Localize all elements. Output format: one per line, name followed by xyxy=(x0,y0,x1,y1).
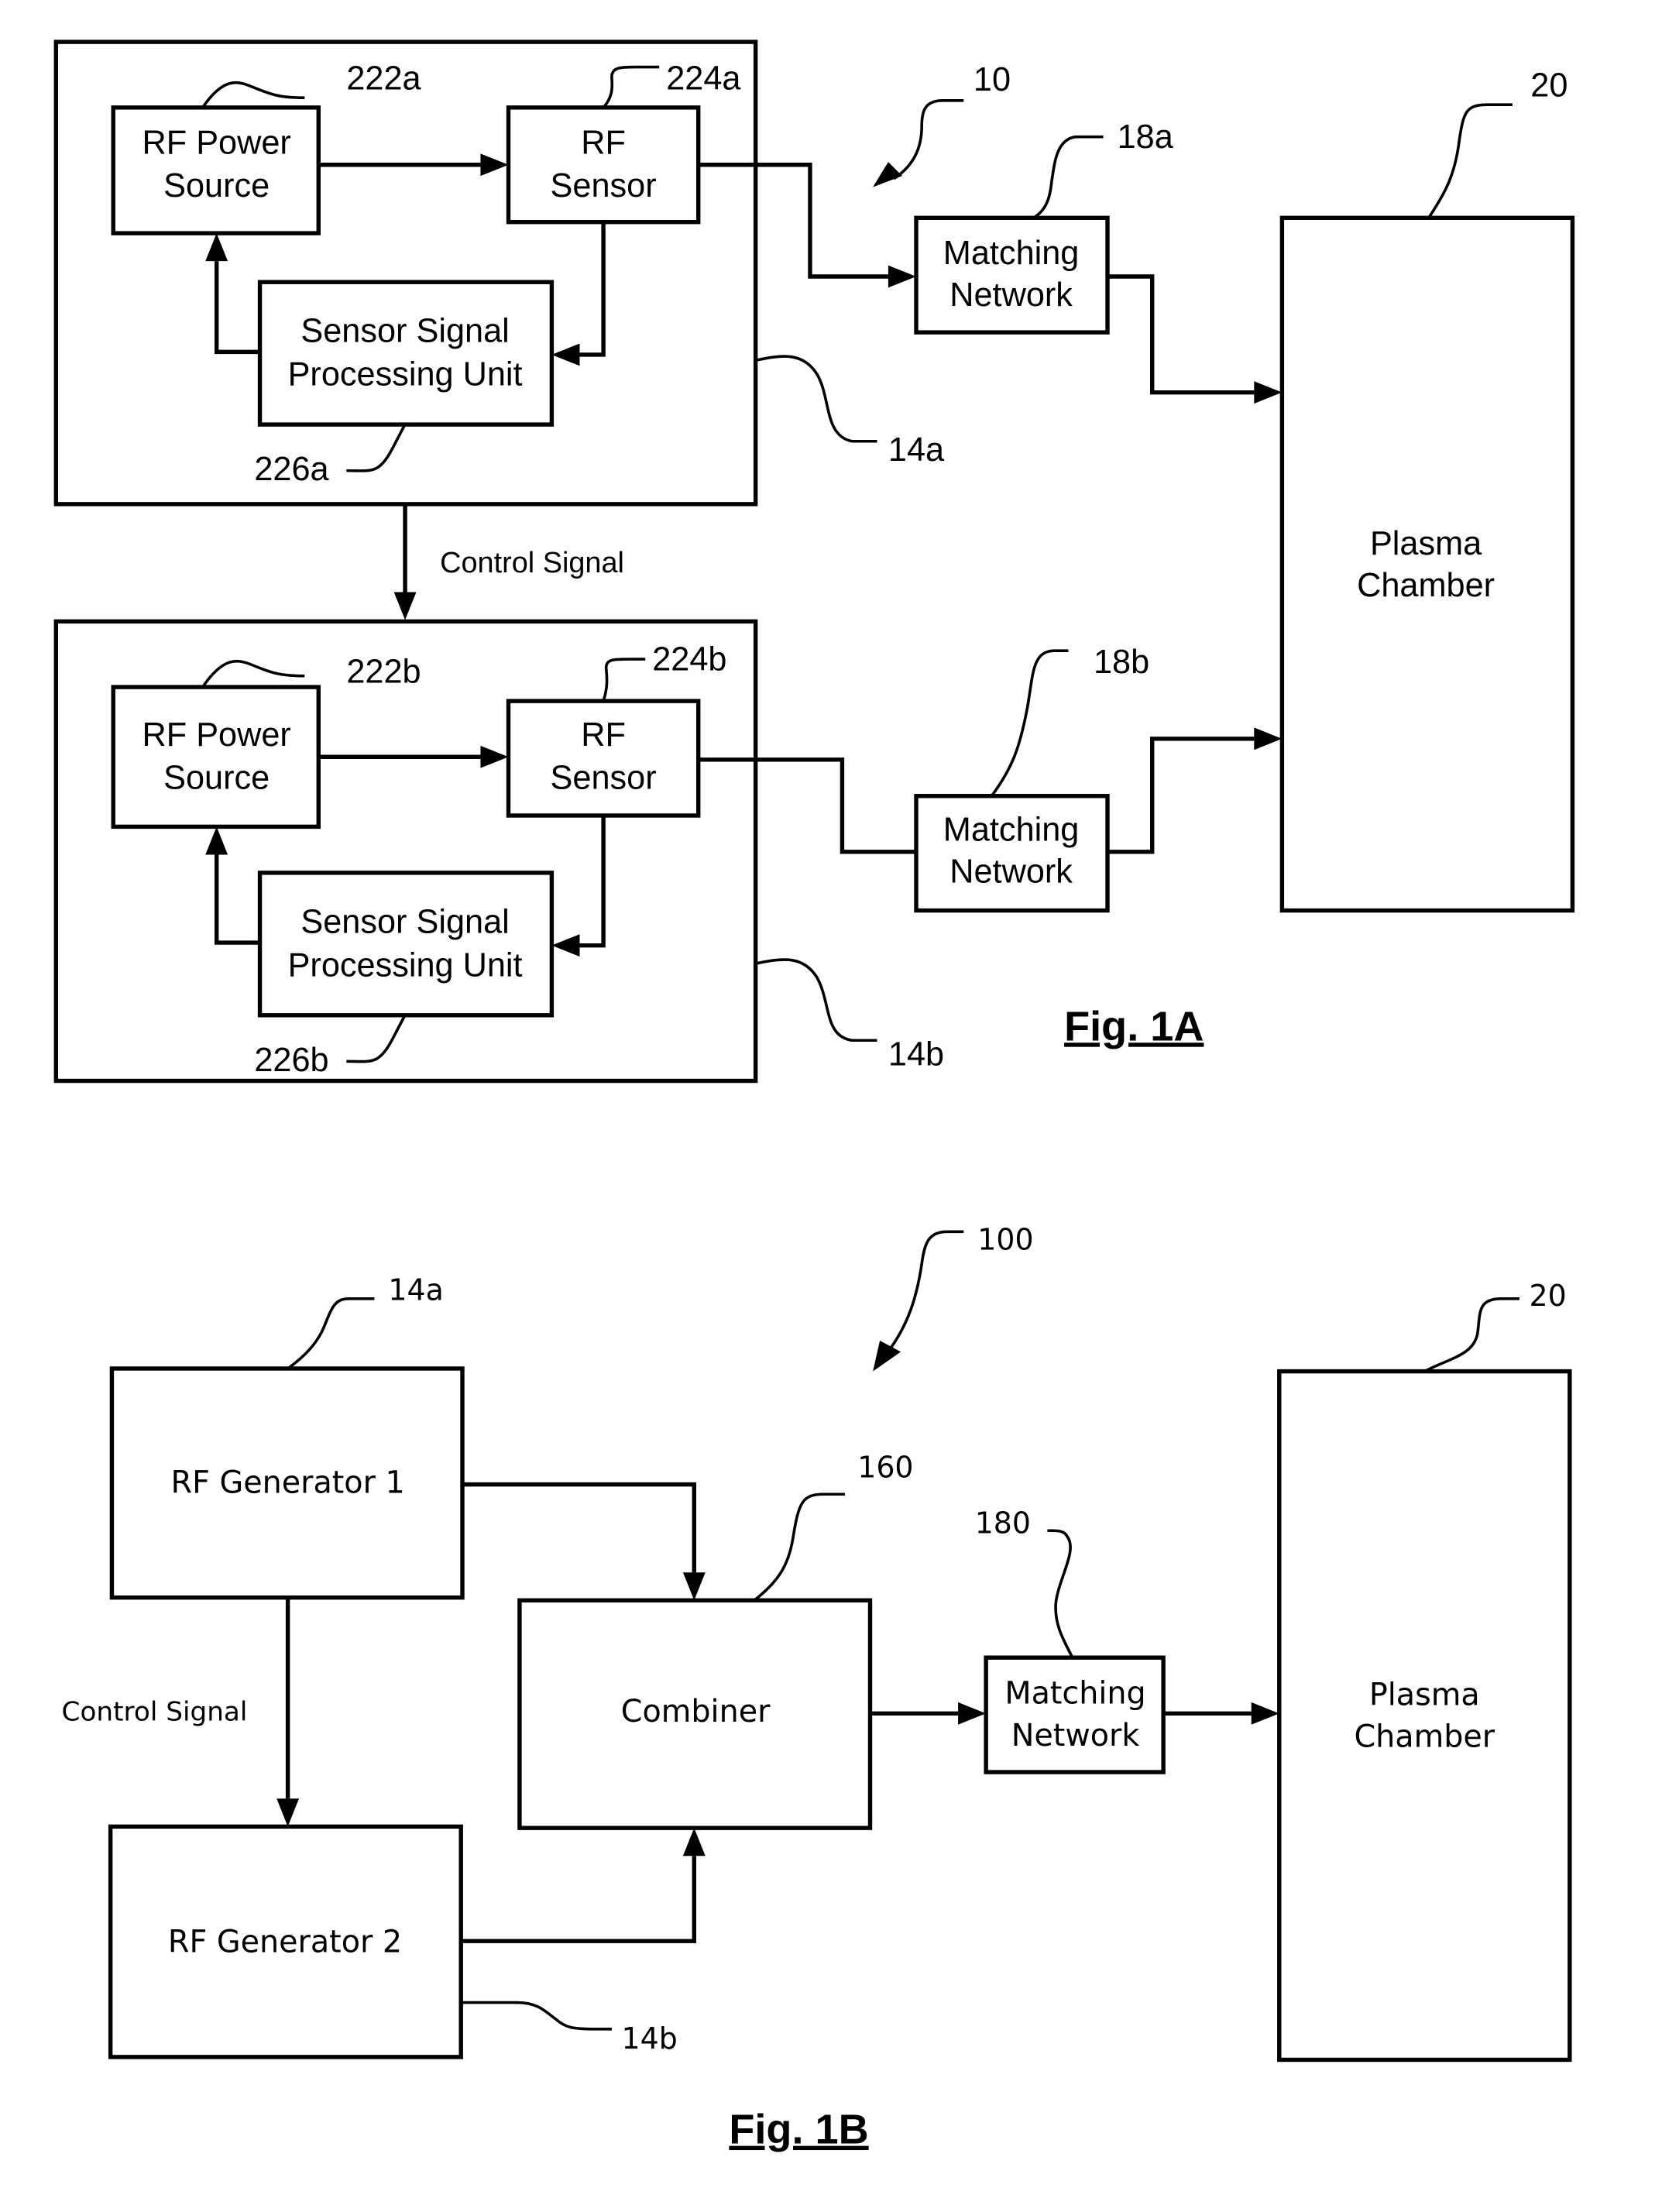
control-signal-label-1b: Control Signal xyxy=(62,1696,248,1727)
matching-network-a-line2: Network xyxy=(949,276,1073,314)
wire-gen1-to-combiner xyxy=(462,1482,697,1573)
processing-unit-b-line2: Processing Unit xyxy=(288,946,523,984)
fig-1b: 100 RF Generator 1 14a Control Signal RF… xyxy=(62,1223,1572,2153)
arrow-head xyxy=(1254,727,1283,750)
arrow-head xyxy=(276,1798,300,1827)
ref-226b: 226b xyxy=(254,1042,328,1079)
arrow-head xyxy=(958,1702,987,1725)
rf-power-source-b-line2: Source xyxy=(163,760,270,797)
ref-18b: 18b xyxy=(1094,644,1149,681)
arrow-head xyxy=(682,1572,706,1601)
wire-gen2-to-combiner xyxy=(461,1856,697,1943)
leader-160 xyxy=(753,1492,846,1602)
wire-matching-a-to-chamber xyxy=(1107,274,1255,395)
matching-network-180-line2: Network xyxy=(1011,1718,1140,1753)
wire-matching-b-to-chamber xyxy=(1107,737,1255,854)
ref-222a: 222a xyxy=(346,60,421,97)
leader-14b-1b xyxy=(461,2001,612,2031)
ref-20-1b: 20 xyxy=(1530,1279,1567,1313)
rf-generator-1-label: RF Generator 1 xyxy=(171,1465,405,1500)
rf-power-source-a-line1: RF Power xyxy=(142,124,290,161)
matching-network-a-line1: Matching xyxy=(943,235,1080,272)
leader-10 xyxy=(893,99,964,180)
sensor-signal-processing-unit-a-box xyxy=(257,280,555,427)
ref-14a: 14a xyxy=(888,431,945,469)
arrow-head xyxy=(888,265,916,288)
fig-1a: RF Power Source 222a RF Sensor 224a Sens… xyxy=(53,40,1575,1084)
leader-14a-1b xyxy=(287,1297,375,1370)
leader-20-1a xyxy=(1427,103,1513,219)
matching-network-180-line1: Matching xyxy=(1004,1676,1145,1712)
ref-18a: 18a xyxy=(1118,118,1174,156)
leader-14b xyxy=(755,958,877,1042)
rf-sensor-b-line2: Sensor xyxy=(551,760,657,797)
rf-sensor-a-line1: RF xyxy=(581,124,626,161)
plasma-chamber-box-1b xyxy=(1277,1369,1572,2063)
matching-network-b-line2: Network xyxy=(949,854,1073,891)
ref-10: 10 xyxy=(974,61,1011,98)
fig-1a-caption: Fig. 1A xyxy=(1064,1003,1204,1049)
ref-180: 180 xyxy=(975,1506,1031,1540)
combiner-label: Combiner xyxy=(621,1694,771,1729)
leader-18b xyxy=(990,649,1069,797)
plasma-chamber-box-1a xyxy=(1279,215,1575,913)
ref-14b: 14b xyxy=(888,1036,944,1073)
leader-100 xyxy=(890,1230,964,1348)
arrow-head xyxy=(393,592,417,620)
plasma-chamber-1b-line1: Plasma xyxy=(1369,1678,1480,1713)
rf-generator-2-label: RF Generator 2 xyxy=(168,1925,402,1960)
ref-14a-1b: 14a xyxy=(388,1273,443,1307)
processing-unit-a-line2: Processing Unit xyxy=(288,356,523,393)
rf-sensor-b-line1: RF xyxy=(581,716,626,754)
leader-180 xyxy=(1047,1529,1074,1659)
matching-network-180-box xyxy=(984,1655,1166,1774)
ref-14b-1b: 14b xyxy=(622,2021,678,2056)
ref-224a: 224a xyxy=(666,60,741,97)
leader-18a xyxy=(1032,135,1104,219)
ref-226a: 226a xyxy=(254,451,329,488)
plasma-chamber-1a-line2: Chamber xyxy=(1357,567,1495,604)
ref-222b: 222b xyxy=(346,654,421,691)
leader-20-1b xyxy=(1423,1297,1519,1373)
sensor-signal-processing-unit-b-box xyxy=(257,871,555,1018)
ref-160: 160 xyxy=(857,1451,913,1485)
patent-figure-sheet: RF Power Source 222a RF Sensor 224a Sens… xyxy=(53,40,1575,2153)
rf-sensor-a-line2: Sensor xyxy=(551,167,657,204)
rf-power-source-b-line1: RF Power xyxy=(142,716,290,754)
control-signal-label-1a: Control Signal xyxy=(440,547,624,579)
processing-unit-b-line1: Sensor Signal xyxy=(300,903,509,940)
ref-100: 100 xyxy=(977,1223,1033,1257)
plasma-chamber-1a-line1: Plasma xyxy=(1370,525,1482,562)
rf-power-source-a-line2: Source xyxy=(163,167,270,204)
processing-unit-a-line1: Sensor Signal xyxy=(300,313,509,350)
arrow-head xyxy=(1254,381,1283,404)
plasma-chamber-1b-line2: Chamber xyxy=(1354,1719,1495,1755)
leader-14a xyxy=(755,355,877,443)
fig-1b-caption: Fig. 1B xyxy=(729,2107,868,2153)
arrow-head xyxy=(682,1828,706,1856)
arrow-head xyxy=(1251,1702,1279,1725)
matching-network-b-line1: Matching xyxy=(943,811,1080,848)
arrow-head xyxy=(873,162,902,187)
rf-power-source-b-box xyxy=(111,685,321,830)
ref-224b: 224b xyxy=(652,641,726,678)
arrow-head xyxy=(873,1340,901,1372)
ref-20-1a: 20 xyxy=(1530,67,1568,104)
